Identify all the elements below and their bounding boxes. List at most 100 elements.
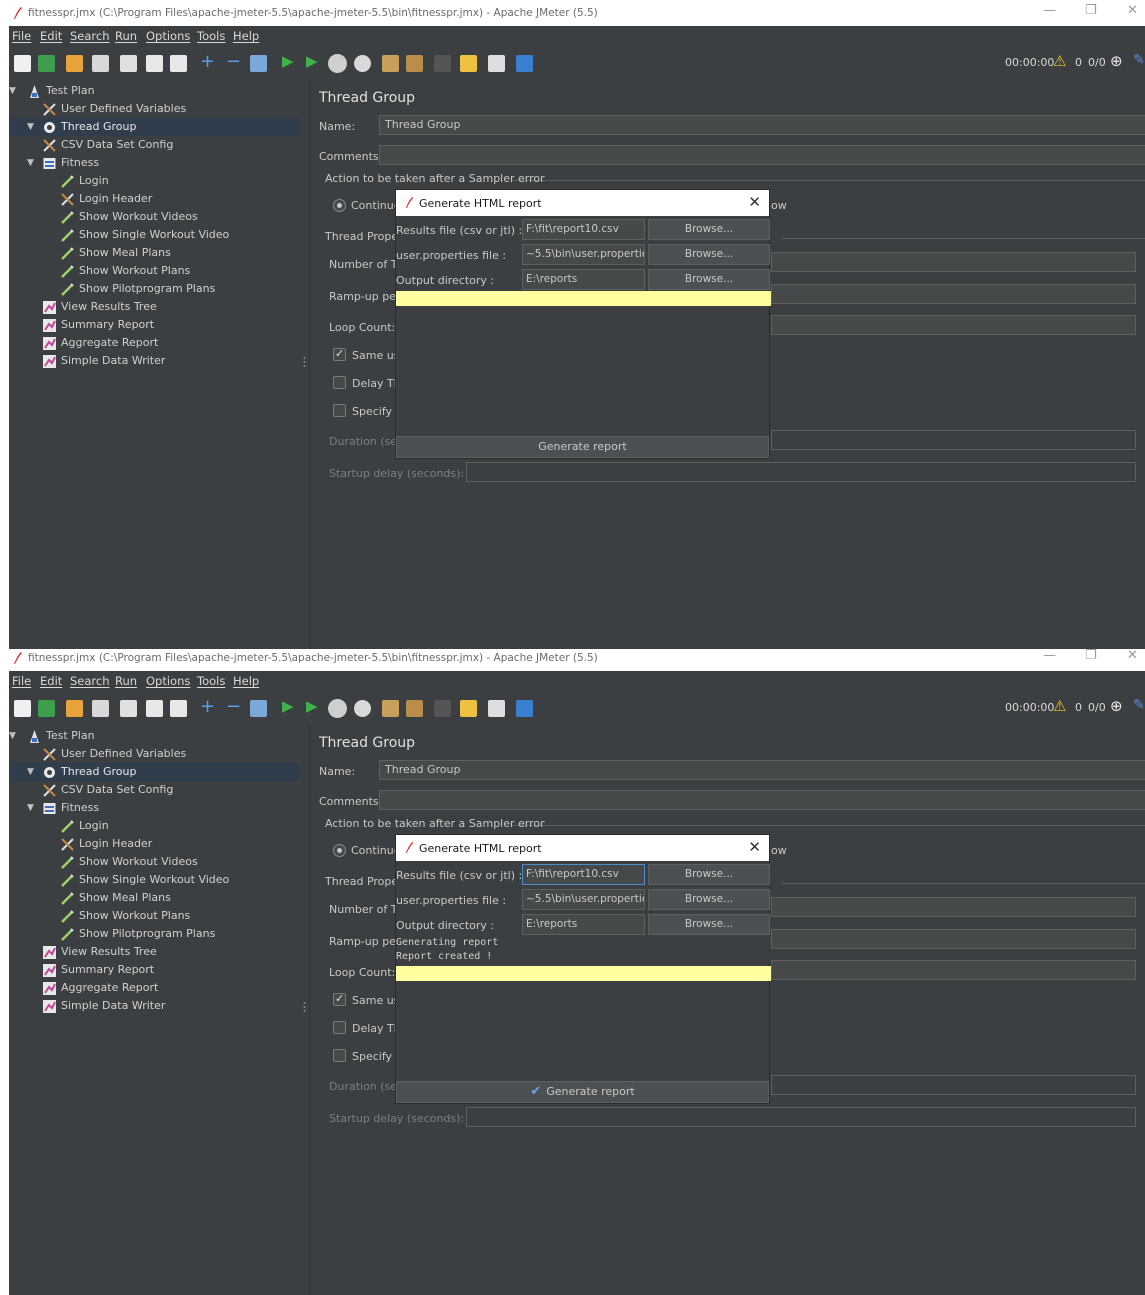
tree-node[interactable]: Show Workout Videos — [60, 208, 198, 226]
tree-node[interactable]: Simple Data Writer — [42, 352, 165, 370]
minimize-icon[interactable]: — — [1043, 4, 1056, 18]
tree-node[interactable]: ▼ Test Plan — [9, 727, 95, 745]
same-user-checkbox[interactable] — [333, 992, 346, 1006]
tree-node[interactable]: Show Single Workout Video — [60, 226, 229, 244]
tree-node[interactable]: Show Meal Plans — [60, 244, 171, 262]
rampup-input[interactable] — [771, 929, 1136, 949]
generate-report-button[interactable]: Generate report — [396, 436, 769, 458]
shutdown-icon[interactable] — [354, 700, 371, 717]
browse-output-button[interactable]: Browse... — [648, 914, 770, 935]
continue-radio[interactable] — [333, 844, 346, 857]
user-properties-input[interactable]: ~5.5\bin\user.properties — [522, 889, 645, 910]
paste-icon[interactable] — [170, 55, 187, 72]
splitter-grip-icon[interactable] — [303, 356, 306, 368]
output-directory-input[interactable]: E:\reports — [522, 269, 645, 290]
shutdown-icon[interactable] — [354, 55, 371, 72]
tree-node[interactable]: Show Workout Plans — [60, 907, 190, 925]
warning-icon[interactable]: ⚠ — [1053, 52, 1066, 70]
tree-node[interactable]: Login — [60, 817, 109, 835]
comments-input[interactable] — [379, 145, 1145, 165]
chevron-down-icon[interactable]: ▼ — [27, 799, 34, 817]
chevron-down-icon[interactable]: ▼ — [27, 118, 34, 136]
templates-icon[interactable] — [38, 55, 55, 72]
browse-properties-button[interactable]: Browse... — [648, 244, 770, 265]
tree-node[interactable]: User Defined Variables — [42, 745, 186, 763]
search-icon[interactable] — [434, 55, 451, 72]
tree-node[interactable]: Aggregate Report — [42, 979, 158, 997]
restore-icon[interactable]: ❐ — [1085, 4, 1097, 18]
tree-node[interactable]: CSV Data Set Config — [42, 136, 173, 154]
tree-node[interactable]: Show Workout Plans — [60, 262, 190, 280]
tree-node[interactable]: Show Workout Videos — [60, 853, 198, 871]
comments-input[interactable] — [379, 790, 1145, 810]
chevron-down-icon[interactable]: ▼ — [9, 82, 16, 100]
menu-tools[interactable]: Tools — [197, 29, 225, 43]
copy-icon[interactable] — [146, 55, 163, 72]
close-dialog-icon[interactable]: ✕ — [748, 193, 761, 211]
menu-run[interactable]: Run — [115, 29, 137, 43]
menu-tools[interactable]: Tools — [197, 674, 225, 688]
close-window-icon[interactable]: ✕ — [1127, 649, 1138, 663]
reset-search-icon[interactable] — [460, 700, 477, 717]
clear-icon[interactable] — [382, 55, 399, 72]
open-icon[interactable] — [66, 700, 83, 717]
menu-options[interactable]: Options — [146, 29, 190, 43]
chevron-down-icon[interactable]: ▼ — [9, 727, 16, 745]
menu-file[interactable]: File — [12, 29, 31, 43]
results-file-input[interactable]: F:\fit\report10.csv — [522, 864, 645, 885]
help-icon[interactable] — [516, 55, 533, 72]
remote-status-icon[interactable]: ⊕ — [1110, 697, 1123, 715]
search-icon[interactable] — [434, 700, 451, 717]
tree-node[interactable]: View Results Tree — [42, 298, 157, 316]
help-icon[interactable] — [516, 700, 533, 717]
generate-report-button[interactable]: ✔ Generate report — [396, 1081, 769, 1103]
minimize-icon[interactable]: — — [1043, 649, 1056, 663]
log-viewer-icon[interactable]: ✎ — [1133, 52, 1145, 68]
collapse-icon[interactable]: − — [226, 696, 241, 717]
tree-node[interactable]: Login Header — [60, 835, 152, 853]
chevron-down-icon[interactable]: ▼ — [27, 763, 34, 781]
name-input[interactable]: Thread Group — [379, 760, 1145, 780]
menu-help[interactable]: Help — [233, 29, 259, 43]
tree-node[interactable]: View Results Tree — [42, 943, 157, 961]
loop-count-input[interactable] — [771, 960, 1136, 980]
tree-node[interactable]: ▼ Thread Group — [9, 118, 299, 136]
tree-node[interactable]: ▼ Fitness — [27, 799, 99, 817]
rampup-input[interactable] — [771, 284, 1136, 304]
tree-node[interactable]: Simple Data Writer — [42, 997, 165, 1015]
tree-node[interactable]: Show Single Workout Video — [60, 871, 229, 889]
browse-output-button[interactable]: Browse... — [648, 269, 770, 290]
collapse-icon[interactable]: − — [226, 51, 241, 72]
function-helper-icon[interactable] — [488, 55, 505, 72]
menu-file[interactable]: File — [12, 674, 31, 688]
tree-node[interactable]: Show Meal Plans — [60, 889, 171, 907]
num-threads-input[interactable] — [771, 897, 1136, 917]
reset-search-icon[interactable] — [460, 55, 477, 72]
splitter-grip-icon[interactable] — [303, 1001, 306, 1013]
close-window-icon[interactable]: ✕ — [1127, 4, 1138, 18]
close-dialog-icon[interactable]: ✕ — [748, 838, 761, 856]
toggle-icon[interactable] — [250, 700, 267, 717]
loop-count-input[interactable] — [771, 315, 1136, 335]
output-directory-input[interactable]: E:\reports — [522, 914, 645, 935]
delay-checkbox[interactable] — [333, 1021, 346, 1034]
browse-properties-button[interactable]: Browse... — [648, 889, 770, 910]
num-threads-input[interactable] — [771, 252, 1136, 272]
remote-status-icon[interactable]: ⊕ — [1110, 52, 1123, 70]
cut-icon[interactable] — [120, 55, 137, 72]
tree-node[interactable]: Show Pilotprogram Plans — [60, 925, 215, 943]
warning-icon[interactable]: ⚠ — [1053, 697, 1066, 715]
clear-all-icon[interactable] — [406, 700, 423, 717]
start-icon[interactable]: ▶ — [282, 697, 294, 715]
templates-icon[interactable] — [38, 700, 55, 717]
open-icon[interactable] — [66, 55, 83, 72]
specify-lifetime-checkbox[interactable] — [333, 404, 346, 417]
new-icon[interactable] — [14, 700, 31, 717]
function-helper-icon[interactable] — [488, 700, 505, 717]
clear-all-icon[interactable] — [406, 55, 423, 72]
expand-icon[interactable]: + — [200, 51, 215, 72]
restore-icon[interactable]: ❐ — [1085, 649, 1097, 663]
clear-icon[interactable] — [382, 700, 399, 717]
tree-node[interactable]: Show Pilotprogram Plans — [60, 280, 215, 298]
browse-results-button[interactable]: Browse... — [648, 219, 770, 240]
